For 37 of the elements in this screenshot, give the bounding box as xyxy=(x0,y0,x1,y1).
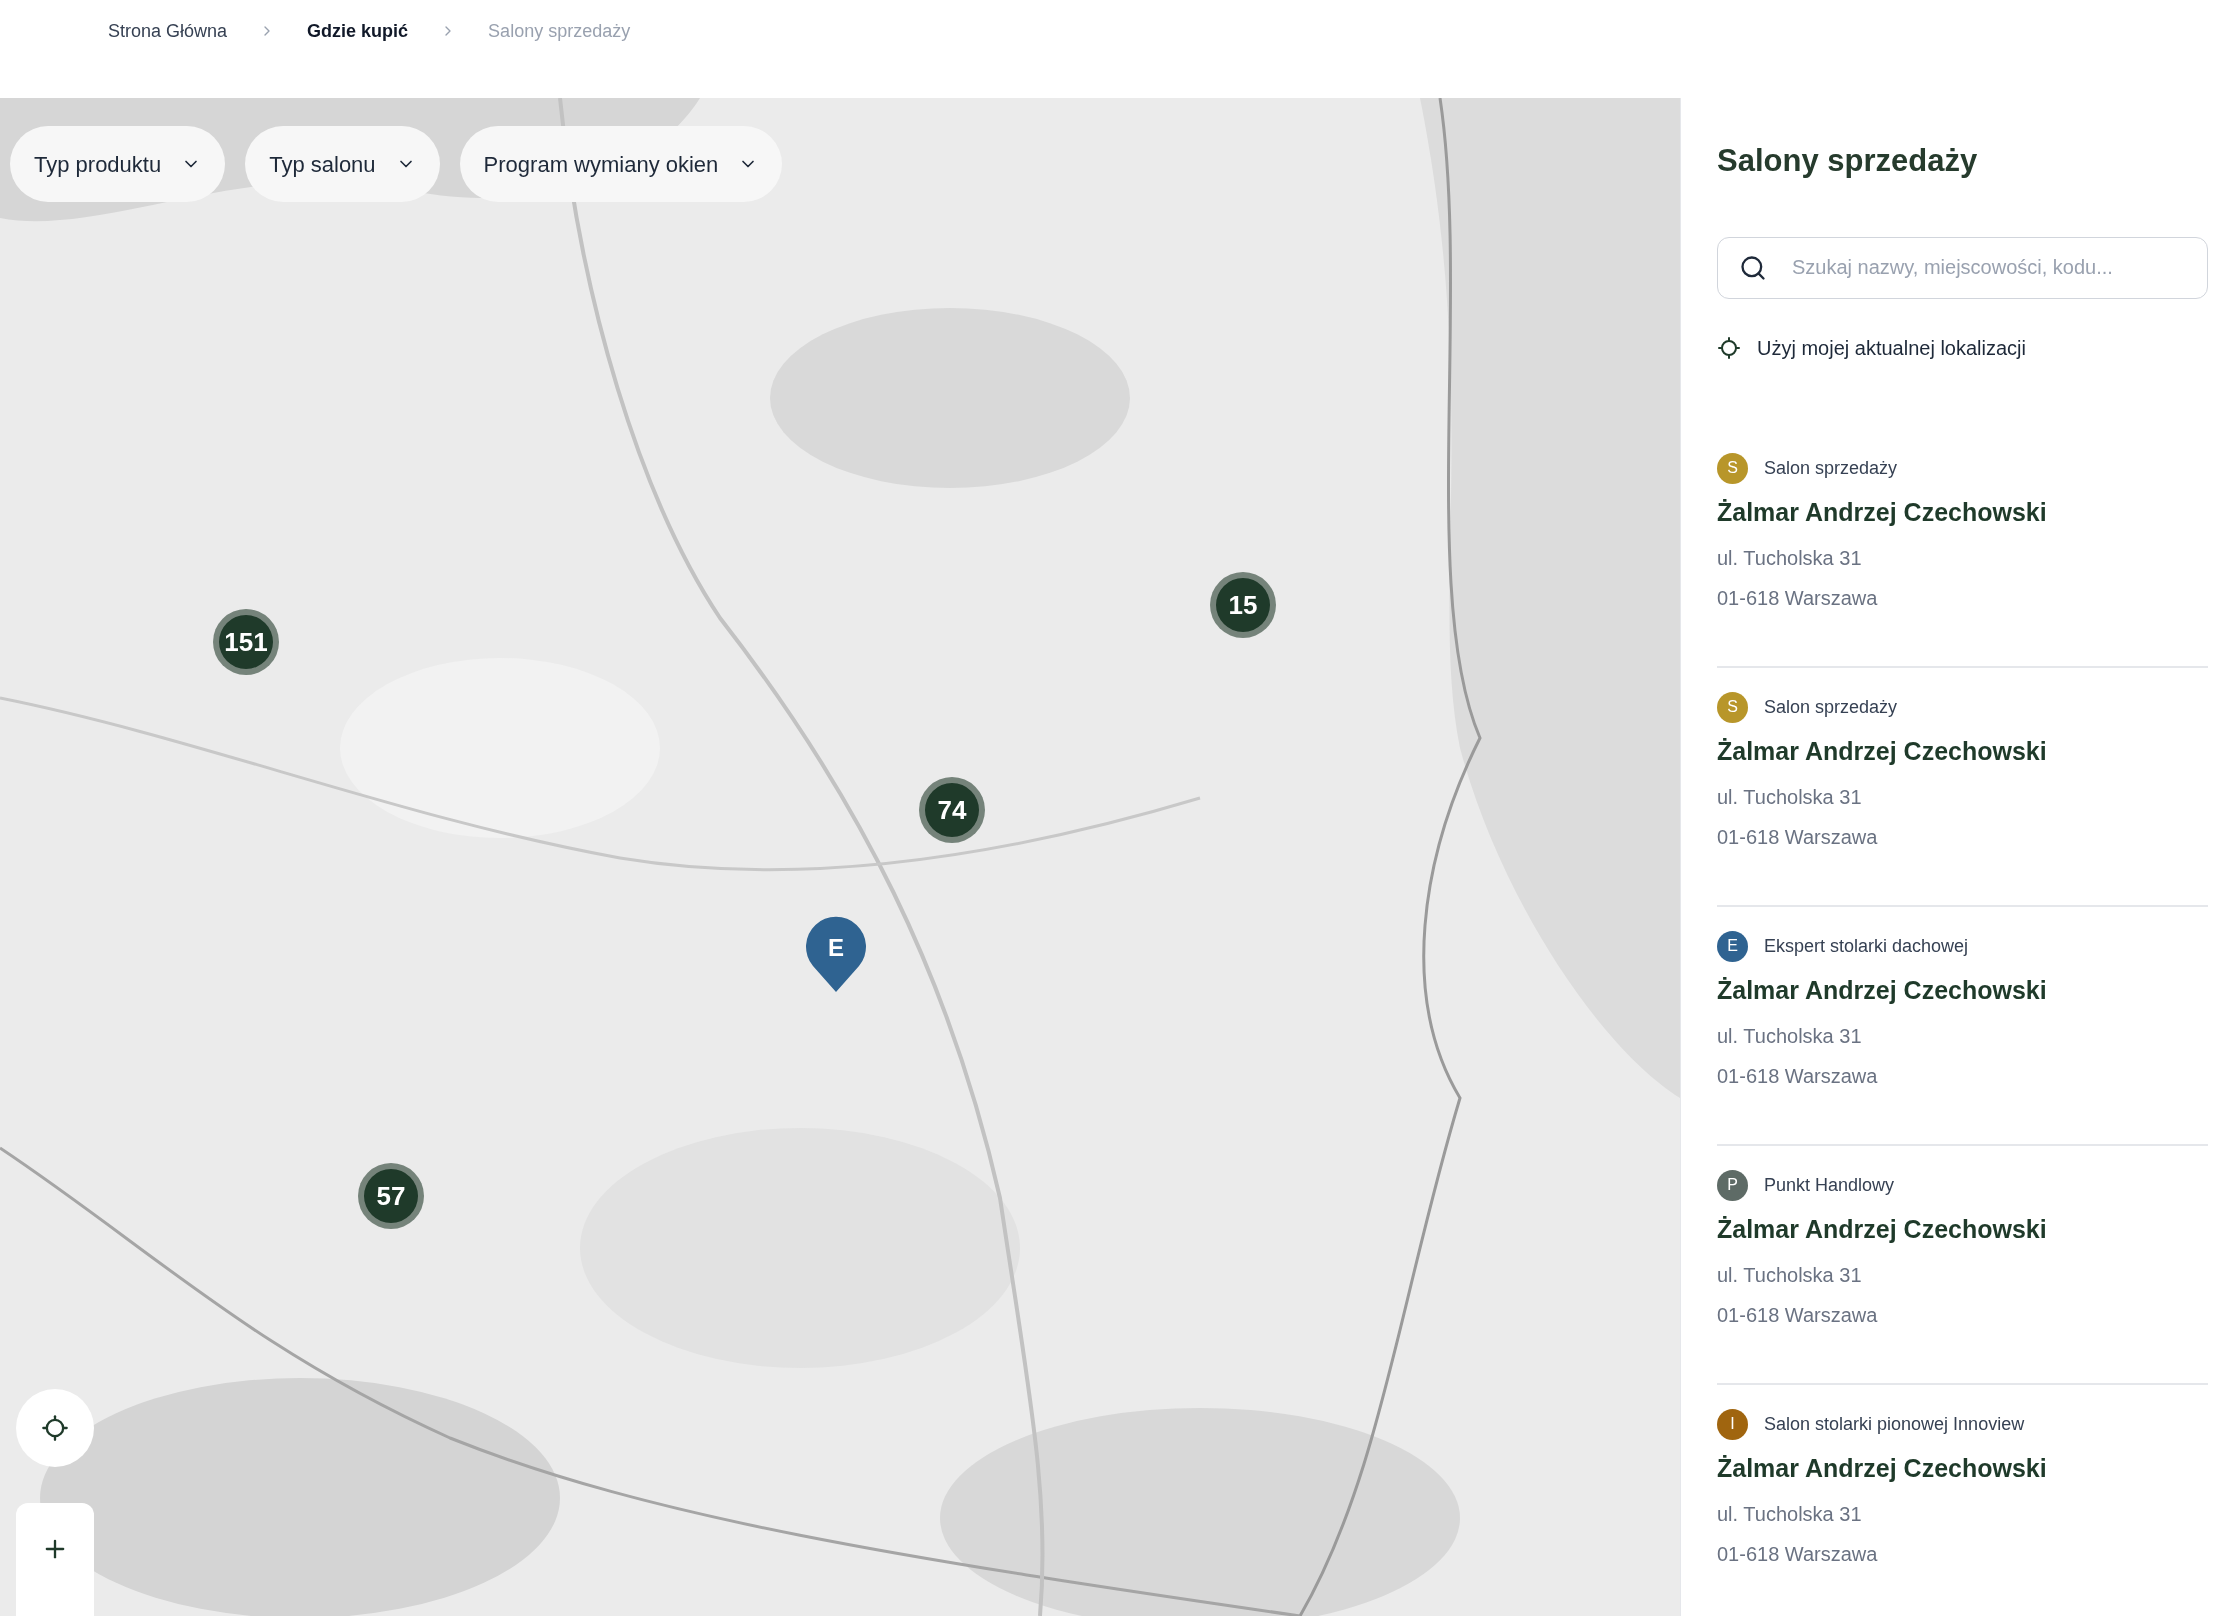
store-street: ul. Tucholska 31 xyxy=(1717,546,1863,571)
store-name[interactable]: Żalmar Andrzej Czechowski xyxy=(1717,1449,2208,1487)
store-name[interactable]: Żalmar Andrzej Czechowski xyxy=(1717,1210,2208,1248)
store-city: 01-618 Warszawa xyxy=(1717,1064,1879,1089)
filter-dropdown[interactable]: Program wymiany okien xyxy=(459,126,783,202)
type-badge: I xyxy=(1717,1408,1748,1440)
use-location-link[interactable]: Użyj mojej aktualnej lokalizacji xyxy=(1717,332,2208,363)
store-street: ul. Tucholska 31 xyxy=(1717,1024,1863,1049)
type-badge: P xyxy=(1717,1169,1748,1201)
type-badge: S xyxy=(1717,452,1748,484)
store-type: Salon sprzedaży xyxy=(1764,695,1898,719)
store-name[interactable]: Żalmar Andrzej Czechowski xyxy=(1717,732,2208,770)
crosshair-icon xyxy=(41,1414,69,1442)
store-city: 01-618 Warszawa xyxy=(1717,1303,1879,1328)
store-city: 01-618 Warszawa xyxy=(1717,825,1879,850)
store-type: Punkt Handlowy xyxy=(1764,1173,1895,1197)
store-city: 01-618 Warszawa xyxy=(1717,586,1879,611)
store-name[interactable]: Żalmar Andrzej Czechowski xyxy=(1717,493,2208,531)
search-field[interactable]: Szukaj nazwy, miejscowości, kodu... xyxy=(1717,236,2208,299)
store-name[interactable]: Żalmar Andrzej Czechowski xyxy=(1717,971,2208,1009)
sidebar-title: Salony sprzedaży xyxy=(1717,142,1979,180)
store-type: Ekspert stolarki dachowej xyxy=(1764,934,1969,958)
breadcrumb-link[interactable]: Strona Główna xyxy=(108,17,228,45)
store-street: ul. Tucholska 31 xyxy=(1717,1502,1863,1527)
filter-dropdown[interactable]: Typ produktu xyxy=(10,126,226,202)
type-badge: E xyxy=(1717,930,1748,962)
store-street: ul. Tucholska 31 xyxy=(1717,1263,1863,1288)
store-city: 01-618 Warszawa xyxy=(1717,1542,1879,1567)
crosshair-icon xyxy=(1717,335,1741,360)
store-type: Salon sprzedaży xyxy=(1764,456,1898,480)
breadcrumb-link[interactable]: Gdzie kupić xyxy=(307,17,409,45)
map-pin[interactable]: E xyxy=(805,916,867,992)
search-icon xyxy=(1739,253,1767,282)
store-type: Salon stolarki pionowej Innoview xyxy=(1764,1412,2025,1436)
type-badge: S xyxy=(1717,691,1748,723)
store-street: ul. Tucholska 31 xyxy=(1717,785,1863,810)
filter-dropdown[interactable]: Typ salonu xyxy=(245,126,440,202)
